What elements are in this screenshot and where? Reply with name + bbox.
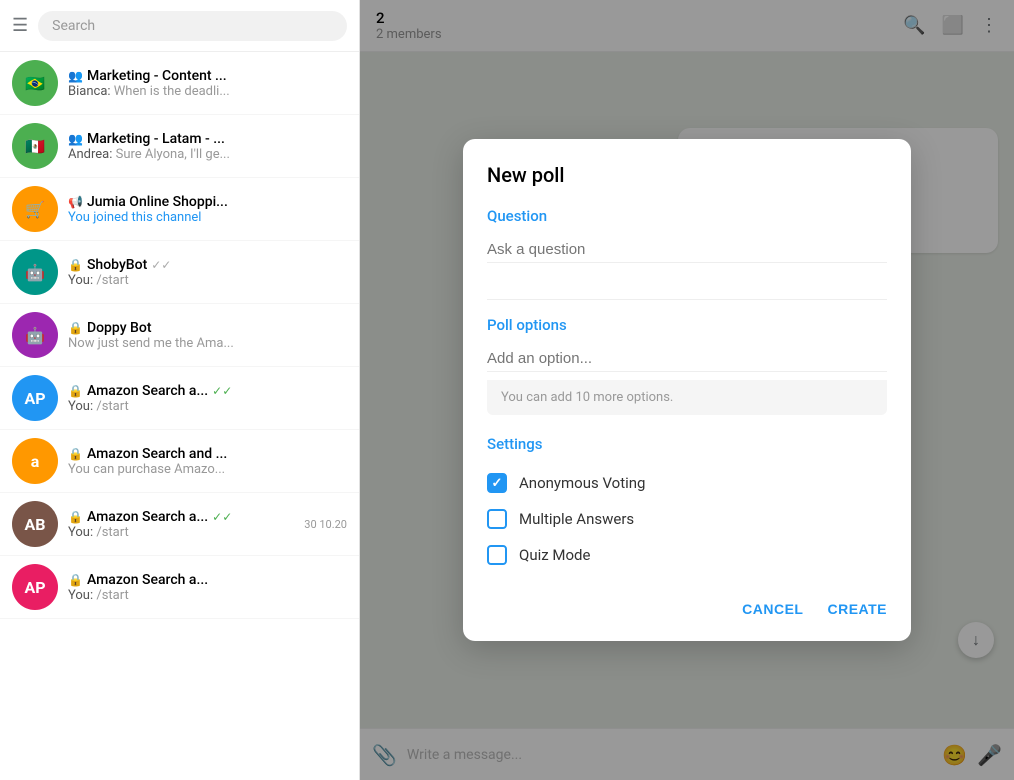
chat-item[interactable]: AP 🔒 Amazon Search a... You: /start bbox=[0, 556, 359, 619]
chat-item[interactable]: 🇲🇽 👥 Marketing - Latam - ... Andrea: Sur… bbox=[0, 115, 359, 178]
chat-preview: You: /start bbox=[68, 525, 294, 540]
chat-info: 📢 Jumia Online Shoppi... You joined this… bbox=[68, 194, 347, 225]
avatar: AP bbox=[12, 564, 58, 610]
dialog-actions: CANCEL CREATE bbox=[487, 593, 887, 617]
chat-info: 👥 Marketing - Content ... Bianca: When i… bbox=[68, 68, 347, 99]
chat-preview: Now just send me the Ama... bbox=[68, 336, 347, 351]
anonymous-voting-checkbox[interactable]: ✓ bbox=[487, 473, 507, 493]
checkmark-icon: ✓ bbox=[492, 476, 503, 491]
sidebar: ☰ Search 🇧🇷 👥 Marketing - Content ... Bi… bbox=[0, 0, 360, 780]
cancel-button[interactable]: CANCEL bbox=[742, 601, 803, 617]
chat-list: 🇧🇷 👥 Marketing - Content ... Bianca: Whe… bbox=[0, 52, 359, 780]
chat-name: 🔒 Amazon Search a... ✓✓ bbox=[68, 383, 347, 399]
multiple-answers-row: Multiple Answers bbox=[487, 501, 887, 537]
chat-name: 🔒 ShobyBot ✓✓ bbox=[68, 257, 347, 273]
quiz-mode-label: Quiz Mode bbox=[519, 546, 590, 564]
anonymous-voting-row: ✓ Anonymous Voting bbox=[487, 465, 887, 501]
question-section-label: Question bbox=[487, 207, 887, 225]
chat-name: 👥 Marketing - Content ... bbox=[68, 68, 347, 84]
create-button[interactable]: CREATE bbox=[827, 601, 887, 617]
chat-info: 🔒 Amazon Search a... ✓✓ You: /start bbox=[68, 509, 294, 540]
chat-info: 🔒 Doppy Bot Now just send me the Ama... bbox=[68, 320, 347, 351]
chat-preview: You can purchase Amazo... bbox=[68, 462, 347, 477]
chat-name: 👥 Marketing - Latam - ... bbox=[68, 131, 347, 147]
chat-info: 🔒 ShobyBot ✓✓ You: /start bbox=[68, 257, 347, 288]
chat-item[interactable]: a 🔒 Amazon Search and ... You can purcha… bbox=[0, 430, 359, 493]
divider-1 bbox=[487, 299, 887, 300]
search-input[interactable]: Search bbox=[38, 11, 347, 41]
sidebar-header: ☰ Search bbox=[0, 0, 359, 52]
poll-options-label: Poll options bbox=[487, 316, 887, 334]
multiple-answers-label: Multiple Answers bbox=[519, 510, 634, 528]
hamburger-icon[interactable]: ☰ bbox=[12, 15, 28, 36]
chat-info: 🔒 Amazon Search a... You: /start bbox=[68, 572, 347, 603]
chat-preview: Bianca: When is the deadli... bbox=[68, 84, 347, 99]
chat-info: 👥 Marketing - Latam - ... Andrea: Sure A… bbox=[68, 131, 347, 162]
new-poll-dialog: New poll Question Poll options You can a… bbox=[463, 139, 911, 641]
quiz-mode-checkbox[interactable] bbox=[487, 545, 507, 565]
chat-item[interactable]: AP 🔒 Amazon Search a... ✓✓ You: /start bbox=[0, 367, 359, 430]
add-option-input[interactable] bbox=[487, 346, 887, 372]
chat-item[interactable]: 🤖 🔒 Doppy Bot Now just send me the Ama..… bbox=[0, 304, 359, 367]
chat-preview: You: /start bbox=[68, 588, 347, 603]
chat-item[interactable]: 🇧🇷 👥 Marketing - Content ... Bianca: Whe… bbox=[0, 52, 359, 115]
avatar: 🇧🇷 bbox=[12, 60, 58, 106]
settings-label: Settings bbox=[487, 435, 887, 453]
avatar: 🤖 bbox=[12, 249, 58, 295]
chat-name: 🔒 Amazon Search a... ✓✓ bbox=[68, 509, 294, 525]
avatar: AB bbox=[12, 501, 58, 547]
poll-options-section: Poll options bbox=[487, 316, 887, 372]
avatar: 🤖 bbox=[12, 312, 58, 358]
chat-preview: You joined this channel bbox=[68, 210, 347, 225]
quiz-mode-row: Quiz Mode bbox=[487, 537, 887, 573]
chat-name: 🔒 Amazon Search a... bbox=[68, 572, 347, 588]
modal-overlay: New poll Question Poll options You can a… bbox=[360, 0, 1014, 780]
chat-item[interactable]: AB 🔒 Amazon Search a... ✓✓ You: /start 3… bbox=[0, 493, 359, 556]
avatar: AP bbox=[12, 375, 58, 421]
chat-meta: 30 10.20 bbox=[304, 518, 347, 531]
anonymous-voting-label: Anonymous Voting bbox=[519, 474, 645, 492]
avatar: 🇲🇽 bbox=[12, 123, 58, 169]
chat-name: 📢 Jumia Online Shoppi... bbox=[68, 194, 347, 210]
settings-section: Settings ✓ Anonymous Voting Multiple Ans… bbox=[487, 435, 887, 573]
question-input[interactable] bbox=[487, 237, 887, 263]
chat-name: 🔒 Doppy Bot bbox=[68, 320, 347, 336]
avatar: a bbox=[12, 438, 58, 484]
chat-item[interactable]: 🤖 🔒 ShobyBot ✓✓ You: /start bbox=[0, 241, 359, 304]
multiple-answers-checkbox[interactable] bbox=[487, 509, 507, 529]
chat-preview: You: /start bbox=[68, 273, 347, 288]
chat-name: 🔒 Amazon Search and ... bbox=[68, 446, 347, 462]
dialog-title: New poll bbox=[487, 163, 887, 187]
options-hint: You can add 10 more options. bbox=[487, 380, 887, 415]
chat-preview: You: /start bbox=[68, 399, 347, 414]
chat-info: 🔒 Amazon Search a... ✓✓ You: /start bbox=[68, 383, 347, 414]
avatar: 🛒 bbox=[12, 186, 58, 232]
main-area: 2 2 members 🔍 ⬜ ⋮ Welcome to this group.… bbox=[360, 0, 1014, 780]
chat-info: 🔒 Amazon Search and ... You can purchase… bbox=[68, 446, 347, 477]
chat-item[interactable]: 🛒 📢 Jumia Online Shoppi... You joined th… bbox=[0, 178, 359, 241]
chat-preview: Andrea: Sure Alyona, I'll ge... bbox=[68, 147, 347, 162]
